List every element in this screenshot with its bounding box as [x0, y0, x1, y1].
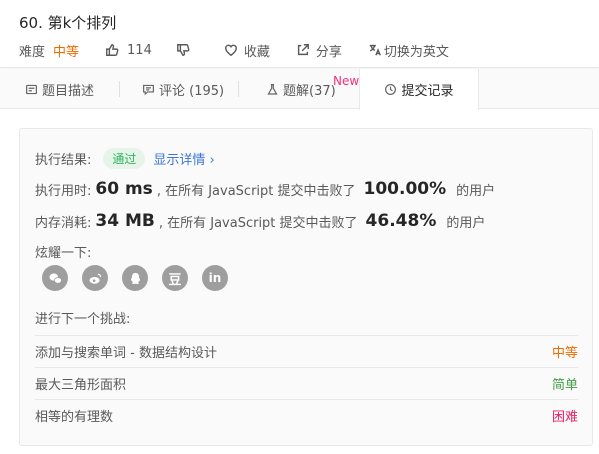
- share-label: 分享: [315, 44, 342, 60]
- linkedin-glyph: in: [208, 271, 222, 285]
- weibo-icon[interactable]: [82, 265, 108, 291]
- problem-meta: 难度 中等 114 收藏 分享 切换为英文: [19, 40, 449, 60]
- runtime-percent: 100.00%: [363, 179, 447, 199]
- next-challenge-label: 进行下一个挑战:: [35, 311, 131, 327]
- tab-divider: [238, 81, 239, 97]
- list-item[interactable]: 最大三角形面积 简单: [35, 367, 578, 399]
- comment-icon: [143, 84, 154, 95]
- list-item[interactable]: 添加与搜索单词 - 数据结构设计 中等: [35, 335, 578, 367]
- memory-value: 34 MB: [95, 211, 155, 231]
- challenge-name[interactable]: 最大三角形面积: [35, 374, 126, 393]
- switch-language-label: 切换为英文: [383, 44, 449, 60]
- tab-solutions-label: 题解(37): [283, 83, 336, 99]
- challenge-difficulty: 简单: [551, 378, 578, 393]
- share-icons: 豆 in: [42, 265, 242, 291]
- memory-label: 内存消耗:: [35, 215, 92, 231]
- runtime-value: 60 ms: [95, 179, 153, 199]
- new-badge: New: [333, 74, 360, 88]
- tab-description-label: 题目描述: [42, 83, 95, 99]
- difficulty-label: 难度: [19, 44, 46, 60]
- runtime-label: 执行用时:: [35, 183, 92, 199]
- tab-submissions[interactable]: 提交记录: [359, 69, 479, 110]
- clock-icon: [385, 84, 397, 95]
- next-challenge-list: 添加与搜索单词 - 数据结构设计 中等 最大三角形面积 简单 相等的有理数 困难: [35, 335, 578, 431]
- problem-header: 60. 第k个排列 难度 中等 114 收藏 分享 切换为英文: [0, 0, 599, 68]
- tab-divider: [119, 81, 120, 97]
- translate-icon: [368, 43, 382, 57]
- like-count: 114: [127, 42, 152, 58]
- challenge-difficulty: 困难: [551, 410, 578, 425]
- dislike-button[interactable]: [176, 43, 190, 57]
- tab-comments-label: 评论 (195): [159, 83, 225, 99]
- challenge-difficulty: 中等: [551, 346, 578, 361]
- linkedin-icon[interactable]: in: [202, 265, 228, 291]
- challenge-name[interactable]: 相等的有理数: [35, 406, 113, 425]
- description-icon: [26, 84, 37, 94]
- memory-row: 内存消耗: 34 MB , 在所有 JavaScript 提交中击败了 46.4…: [35, 209, 485, 233]
- qq-icon[interactable]: [122, 265, 148, 291]
- douban-glyph: 豆: [168, 272, 182, 288]
- difficulty-value: 中等: [53, 44, 80, 60]
- favorite-button[interactable]: 收藏: [224, 41, 270, 60]
- share-icon: [296, 43, 310, 57]
- status-badge: 通过: [103, 147, 146, 169]
- douban-icon[interactable]: 豆: [162, 265, 188, 291]
- show-details-link[interactable]: 显示详情 ›: [153, 149, 214, 168]
- next-challenge-label-row: 进行下一个挑战:: [35, 307, 130, 327]
- memory-percent: 46.48%: [365, 211, 437, 231]
- problem-title: 60. 第k个排列: [19, 14, 117, 32]
- thumbs-down-icon: [176, 43, 190, 57]
- runtime-text: , 在所有 JavaScript 提交中击败了: [156, 183, 356, 199]
- tab-submissions-label: 提交记录: [401, 84, 454, 99]
- result-status-row: 执行结果: 通过 显示详情 ›: [35, 147, 215, 169]
- submission-result-panel: 执行结果: 通过 显示详情 › 执行用时: 60 ms , 在所有 JavaSc…: [19, 128, 593, 446]
- challenge-name[interactable]: 添加与搜索单词 - 数据结构设计: [35, 342, 217, 361]
- tab-solutions[interactable]: 题解(37): [266, 69, 336, 109]
- tab-comments[interactable]: 评论 (195): [142, 69, 224, 109]
- tab-bar: 题目描述 评论 (195) 题解(37) 提交记录: [0, 69, 599, 110]
- status-label: 执行结果:: [35, 152, 92, 168]
- share-prompt: 炫耀一下:: [35, 245, 92, 261]
- heart-icon: [224, 43, 238, 57]
- list-item[interactable]: 相等的有理数 困难: [35, 399, 578, 431]
- switch-language-button[interactable]: 切换为英文: [368, 41, 449, 60]
- runtime-suffix: 的用户: [456, 183, 496, 199]
- share-label-row: 炫耀一下:: [35, 241, 91, 261]
- favorite-label: 收藏: [243, 44, 270, 60]
- runtime-row: 执行用时: 60 ms , 在所有 JavaScript 提交中击败了 100.…: [35, 177, 495, 201]
- tab-description[interactable]: 题目描述: [25, 69, 94, 109]
- memory-text: , 在所有 JavaScript 提交中击败了: [158, 215, 358, 231]
- share-button[interactable]: 分享: [296, 41, 342, 60]
- thumbs-up-icon: [105, 43, 119, 57]
- flask-icon: [267, 83, 278, 95]
- memory-suffix: 的用户: [446, 215, 486, 231]
- like-button[interactable]: 114: [105, 43, 152, 58]
- wechat-icon[interactable]: [42, 265, 68, 291]
